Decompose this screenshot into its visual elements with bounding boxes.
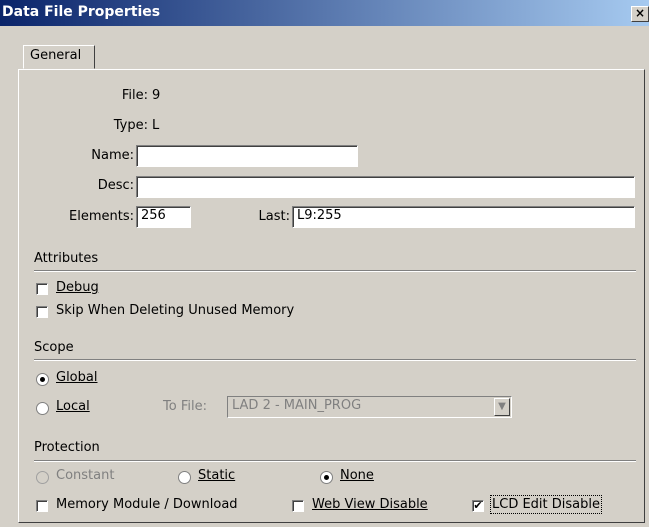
desc-field[interactable] xyxy=(136,176,635,198)
scope-heading: Scope xyxy=(34,340,74,355)
debug-checkbox[interactable] xyxy=(36,283,48,295)
last-field[interactable]: L9:255 xyxy=(292,206,635,228)
memory-module-checkbox[interactable] xyxy=(36,500,48,512)
constant-radio[interactable] xyxy=(36,471,49,484)
elements-label: Elements: xyxy=(69,209,134,224)
debug-label[interactable]: Debug xyxy=(56,280,99,295)
attributes-divider xyxy=(34,270,636,272)
to-file-value: LAD 2 - MAIN_PROG xyxy=(232,398,362,413)
name-label: Name: xyxy=(91,148,134,163)
name-field[interactable] xyxy=(136,145,358,167)
protection-divider xyxy=(34,460,636,462)
scope-divider xyxy=(34,359,636,361)
lcd-edit-disable-label[interactable]: LCD Edit Disable xyxy=(490,495,602,514)
type-value: L xyxy=(152,118,160,133)
global-label[interactable]: Global xyxy=(56,370,97,385)
radio-selected-dot xyxy=(40,377,45,382)
static-radio[interactable] xyxy=(178,471,191,484)
global-radio[interactable] xyxy=(36,373,49,386)
radio-selected-dot xyxy=(324,475,329,480)
local-radio[interactable] xyxy=(36,402,49,415)
to-file-dropdown[interactable]: LAD 2 - MAIN_PROG ▼ xyxy=(227,396,512,418)
none-label[interactable]: None xyxy=(340,468,374,483)
file-value: 9 xyxy=(152,88,161,103)
tab-general[interactable]: General xyxy=(23,45,95,69)
web-view-disable-checkbox[interactable] xyxy=(292,500,304,512)
local-label[interactable]: Local xyxy=(56,399,90,414)
memory-module-label[interactable]: Memory Module / Download xyxy=(56,497,238,512)
checkmark-icon: ✔ xyxy=(473,499,483,512)
none-radio[interactable] xyxy=(320,471,333,484)
skip-unused-memory-checkbox[interactable] xyxy=(36,306,48,318)
to-file-label: To File: xyxy=(163,399,207,414)
window-title: Data File Properties xyxy=(2,4,161,20)
constant-label[interactable]: Constant xyxy=(56,468,114,483)
file-label: File: xyxy=(121,88,148,103)
last-label: Last: xyxy=(258,209,290,224)
type-label: Type: xyxy=(113,118,148,133)
close-button[interactable]: × xyxy=(631,6,649,22)
web-view-disable-label[interactable]: Web View Disable xyxy=(312,497,428,512)
close-icon: × xyxy=(634,6,646,20)
static-label[interactable]: Static xyxy=(198,468,235,483)
protection-heading: Protection xyxy=(34,440,100,455)
elements-field[interactable]: 256 xyxy=(136,206,191,228)
skip-unused-memory-label[interactable]: Skip When Deleting Unused Memory xyxy=(56,303,294,318)
attributes-heading: Attributes xyxy=(34,251,99,266)
data-file-properties-dialog: Data File Properties × General File: 9 T… xyxy=(0,0,649,527)
general-tab-panel xyxy=(18,69,645,523)
chevron-down-icon[interactable]: ▼ xyxy=(494,398,510,416)
lcd-edit-disable-checkbox[interactable]: ✔ xyxy=(472,500,484,512)
desc-label: Desc: xyxy=(97,178,134,193)
title-bar[interactable]: Data File Properties × xyxy=(0,0,649,26)
